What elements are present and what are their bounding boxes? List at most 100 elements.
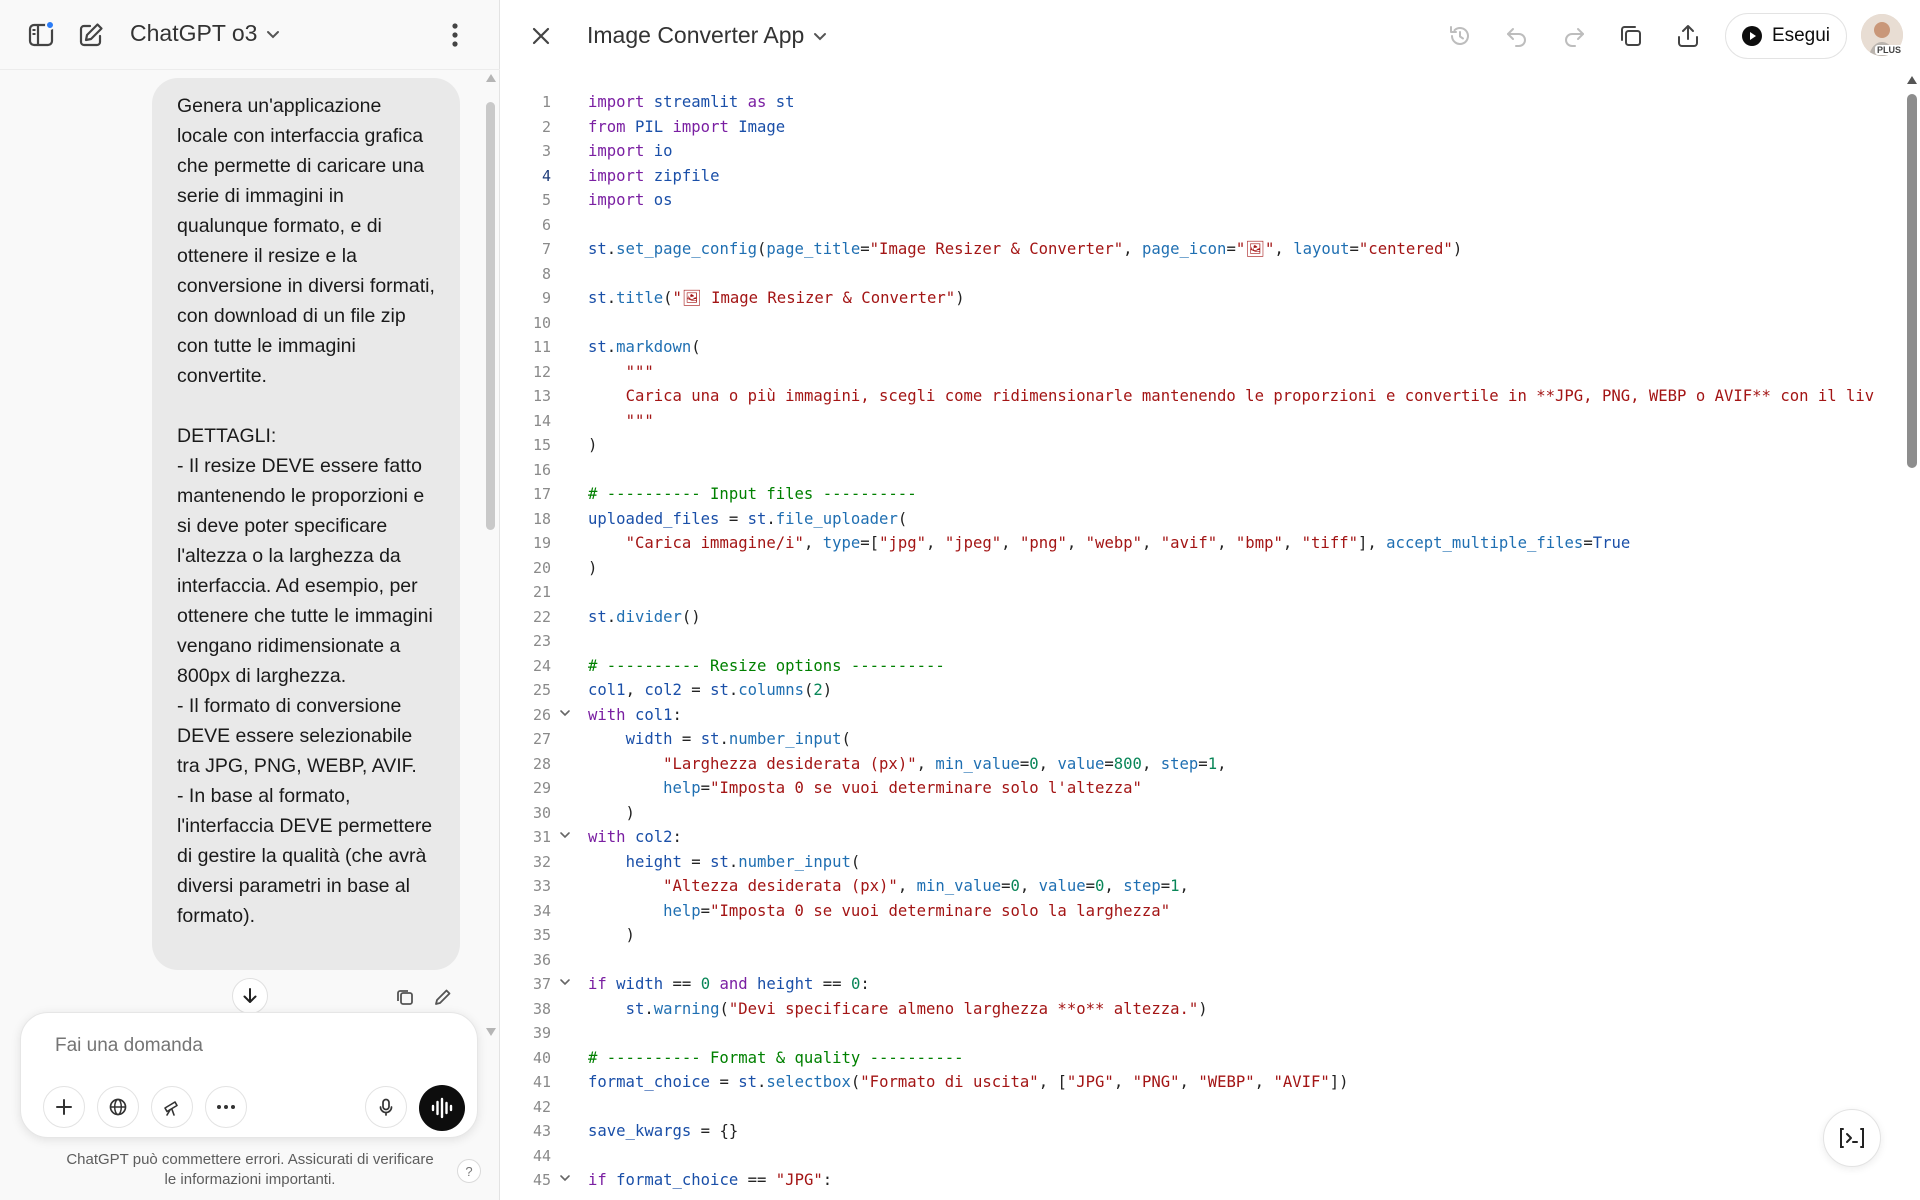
code-line[interactable]: 24 # ---------- Resize options ---------- xyxy=(501,654,1901,679)
code-text: with col1: xyxy=(588,705,682,724)
code-line[interactable]: 19 "Carica immagine/i", type=["jpg", "jp… xyxy=(501,531,1901,556)
code-line[interactable]: 44 xyxy=(501,1144,1901,1169)
line-number: 41 xyxy=(532,1073,551,1091)
line-number: 35 xyxy=(532,926,551,944)
code-text: """ xyxy=(625,362,654,381)
code-line[interactable]: 30 ) xyxy=(501,801,1901,826)
code-line[interactable]: 39 xyxy=(501,1021,1901,1046)
add-attachment-button[interactable] xyxy=(43,1086,85,1128)
disclaimer-text: ChatGPT può commettere errori. Assicurat… xyxy=(66,1151,434,1188)
code-line[interactable]: 41 format_choice = st.selectbox("Formato … xyxy=(501,1070,1901,1095)
canvas-panel: Image Converter App Esegui PLUS 1 import… xyxy=(501,0,1920,1200)
code-line[interactable]: 43 save_kwargs = {} xyxy=(501,1119,1901,1144)
model-selector[interactable]: ChatGPT o3 xyxy=(130,20,281,47)
code-line[interactable]: 12 """ xyxy=(501,360,1901,385)
code-text: st.set_page_config(page_title="Image Res… xyxy=(588,240,1463,258)
scrollbar-thumb[interactable] xyxy=(1907,94,1917,468)
scrollbar-thumb[interactable] xyxy=(486,102,495,530)
code-line[interactable]: 2 from PIL import Image xyxy=(501,115,1901,140)
fold-chevron-icon[interactable] xyxy=(559,1172,571,1184)
code-line[interactable]: 7 st.set_page_config(page_title="Image Re… xyxy=(501,237,1901,262)
scroll-up-arrow-icon[interactable] xyxy=(486,74,496,82)
code-line[interactable]: 45 if format_choice == "JPG": xyxy=(501,1168,1901,1193)
code-text: import streamlit as st xyxy=(588,93,795,111)
code-line[interactable]: 18 uploaded_files = st.file_uploader( xyxy=(501,507,1901,532)
code-line[interactable]: 35 ) xyxy=(501,923,1901,948)
code-line[interactable]: 20) xyxy=(501,556,1901,581)
code-line[interactable]: 22 st.divider() xyxy=(501,605,1901,630)
scroll-to-bottom-button[interactable] xyxy=(232,978,268,1014)
scroll-up-arrow-icon[interactable] xyxy=(1907,76,1917,84)
code-line[interactable]: 34 help="Imposta 0 se vuoi determinare s… xyxy=(501,899,1901,924)
code-line[interactable]: 32 height = st.number_input( xyxy=(501,850,1901,875)
code-line[interactable]: 23 xyxy=(501,629,1901,654)
code-line[interactable]: 11 st.markdown( xyxy=(501,335,1901,360)
code-line[interactable]: 31 with col2: xyxy=(501,825,1901,850)
new-chat-icon[interactable] xyxy=(74,18,108,52)
fold-chevron-icon[interactable] xyxy=(559,976,571,988)
scroll-down-arrow-icon[interactable] xyxy=(486,1028,496,1036)
share-icon[interactable] xyxy=(1672,20,1704,52)
copy-message-icon[interactable] xyxy=(392,984,418,1010)
globe-icon xyxy=(109,1098,127,1116)
console-button[interactable] xyxy=(1823,1109,1881,1167)
code-line[interactable]: 26 with col1: xyxy=(501,703,1901,728)
code-line[interactable]: 33 "Altezza desiderata (px)", min_value=… xyxy=(501,874,1901,899)
code-text: help="Imposta 0 se vuoi determinare solo… xyxy=(663,779,1142,797)
fold-chevron-icon[interactable] xyxy=(559,829,571,841)
code-line[interactable]: 42 xyxy=(501,1095,1901,1120)
console-icon xyxy=(1840,1128,1864,1148)
dictate-button[interactable] xyxy=(365,1086,407,1128)
prompt-input[interactable] xyxy=(55,1035,435,1057)
canvas-title[interactable]: Image Converter App xyxy=(587,22,828,49)
deep-research-button[interactable] xyxy=(151,1086,193,1128)
chat-scrollbar[interactable] xyxy=(485,70,497,1040)
voice-mode-button[interactable] xyxy=(419,1085,465,1131)
code-line[interactable]: 36 xyxy=(501,948,1901,973)
code-line[interactable]: 6 xyxy=(501,213,1901,238)
help-button[interactable]: ? xyxy=(457,1159,481,1183)
close-icon[interactable] xyxy=(525,20,557,52)
code-line[interactable]: 17 # ---------- Input files ---------- xyxy=(501,482,1901,507)
redo-icon[interactable] xyxy=(1558,20,1590,52)
undo-icon[interactable] xyxy=(1501,20,1533,52)
code-line[interactable]: 37 if width == 0 and height == 0: xyxy=(501,972,1901,997)
code-line[interactable]: 16 xyxy=(501,458,1901,483)
run-button[interactable]: Esegui xyxy=(1725,13,1847,59)
code-editor[interactable]: 1 import streamlit as st 2 from PIL import … xyxy=(501,90,1901,1200)
code-text: width = st.number_input( xyxy=(625,730,851,748)
code-line[interactable]: 9 st.title("🖼 Image Resizer & Converter") xyxy=(501,286,1901,311)
code-line[interactable]: 38 st.warning("Devi specificare almeno l… xyxy=(501,997,1901,1022)
code-line[interactable]: 25 col1, col2 = st.columns(2) xyxy=(501,678,1901,703)
code-line[interactable]: 27 width = st.number_input( xyxy=(501,727,1901,752)
code-line[interactable]: 13 Carica una o più immagini, scegli com… xyxy=(501,384,1901,409)
code-line[interactable]: 28 "Larghezza desiderata (px)", min_valu… xyxy=(501,752,1901,777)
web-search-button[interactable] xyxy=(97,1086,139,1128)
code-text: ) xyxy=(588,803,635,822)
code-line[interactable]: 4 import zipfile xyxy=(501,164,1901,189)
code-line[interactable]: 40 # ---------- Format & quality --------… xyxy=(501,1046,1901,1071)
fold-chevron-icon[interactable] xyxy=(559,707,571,719)
code-line[interactable]: 15) xyxy=(501,433,1901,458)
code-line[interactable]: 14 """ xyxy=(501,409,1901,434)
code-line[interactable]: 29 help="Imposta 0 se vuoi determinare s… xyxy=(501,776,1901,801)
more-vertical-icon[interactable] xyxy=(438,18,472,52)
more-tools-button[interactable] xyxy=(205,1086,247,1128)
code-text: # ---------- Input files ---------- xyxy=(588,485,917,503)
arrow-down-icon xyxy=(243,988,257,1003)
code-line[interactable]: 1 import streamlit as st xyxy=(501,90,1901,115)
line-number: 31 xyxy=(532,828,551,846)
copy-icon[interactable] xyxy=(1615,20,1647,52)
history-icon[interactable] xyxy=(1444,20,1476,52)
edit-message-icon[interactable] xyxy=(430,984,456,1010)
code-line[interactable]: 5 import os xyxy=(501,188,1901,213)
code-text: st.markdown( xyxy=(588,338,701,356)
code-line[interactable]: 21 xyxy=(501,580,1901,605)
line-number: 33 xyxy=(532,877,551,895)
line-number: 15 xyxy=(532,436,551,454)
editor-scrollbar[interactable] xyxy=(1904,70,1920,1200)
code-line[interactable]: 8 xyxy=(501,262,1901,287)
code-line[interactable]: 10 xyxy=(501,311,1901,336)
code-line[interactable]: 3 import io xyxy=(501,139,1901,164)
line-number: 37 xyxy=(532,975,551,993)
